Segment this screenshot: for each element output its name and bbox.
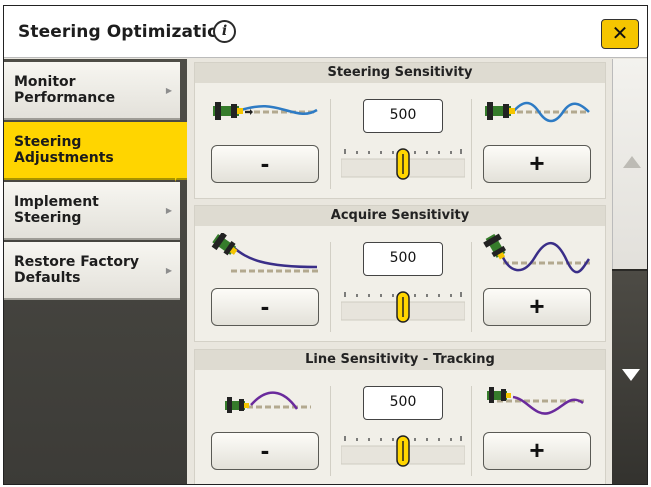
panel-title: Acquire Sensitivity (195, 206, 605, 226)
high-tracking-icon (487, 387, 587, 415)
triangle-up-icon (623, 156, 641, 168)
sidebar-item-label: Monitor Performance (14, 74, 116, 106)
acquire-sensitivity-increase-button[interactable]: + (483, 288, 591, 326)
sidebar-item-steering-adjustments[interactable]: Steering Adjustments (4, 122, 187, 180)
divider (471, 242, 472, 332)
divider (471, 386, 472, 476)
acquire-sensitivity-panel: Acquire Sensitivity 500 - + (194, 205, 606, 342)
slider-thumb (396, 148, 410, 180)
line-sensitivity-increase-button[interactable]: + (483, 432, 591, 470)
divider (330, 99, 331, 189)
sidebar-item-implement-steering[interactable]: Implement Steering ▶ (4, 182, 180, 240)
high-acquire-icon (483, 233, 591, 274)
sidebar: Monitor Performance ▶ Steering Adjustmen… (4, 59, 187, 484)
acquire-sensitivity-slider[interactable] (341, 288, 465, 324)
line-sensitivity-decrease-button[interactable]: - (211, 432, 319, 470)
divider (330, 242, 331, 332)
sidebar-item-restore-factory-defaults[interactable]: Restore Factory Defaults ▶ (4, 242, 180, 300)
line-sensitivity-tracking-panel: Line Sensitivity - Tracking 500 - + (194, 349, 606, 484)
scroll-down-button[interactable] (612, 271, 647, 484)
line-sensitivity-slider[interactable] (341, 432, 465, 468)
steering-optimization-window: Steering Optimization i ✕ Monitor Perfor… (3, 5, 648, 485)
acquire-sensitivity-value-field[interactable]: 500 (363, 242, 443, 276)
line-sensitivity-value-field[interactable]: 500 (363, 386, 443, 420)
slider-thumb (396, 435, 410, 467)
triangle-down-icon (622, 369, 640, 381)
sidebar-item-label: Restore Factory Defaults (14, 254, 140, 286)
scroll-up-button[interactable] (612, 59, 647, 269)
high-sensitivity-steering-icon (485, 101, 590, 123)
steering-sensitivity-increase-button[interactable]: + (483, 145, 591, 183)
low-acquire-icon (211, 233, 319, 273)
chevron-right-icon: ▶ (165, 206, 172, 215)
steering-sensitivity-decrease-button[interactable]: - (211, 145, 319, 183)
sidebar-item-label: Implement Steering (14, 194, 99, 226)
info-icon[interactable]: i (213, 20, 236, 43)
steering-sensitivity-slider[interactable] (341, 145, 465, 181)
selected-tab-pointer (175, 122, 187, 182)
settings-content: Steering Sensitivity 500 - + Acquire Sen… (191, 59, 609, 484)
low-sensitivity-steering-icon (213, 102, 318, 120)
panel-title: Steering Sensitivity (195, 63, 605, 83)
steering-sensitivity-panel: Steering Sensitivity 500 - + (194, 62, 606, 199)
slider-thumb (396, 291, 410, 323)
close-button[interactable]: ✕ (601, 19, 639, 49)
panel-title: Line Sensitivity - Tracking (195, 350, 605, 370)
scroll-area (612, 59, 647, 484)
page-title: Steering Optimization (18, 22, 232, 42)
low-tracking-icon (225, 391, 311, 413)
sidebar-item-monitor-performance[interactable]: Monitor Performance ▶ (4, 62, 180, 120)
sidebar-item-label: Steering Adjustments (14, 134, 114, 166)
steering-sensitivity-value-field[interactable]: 500 (363, 99, 443, 133)
chevron-right-icon: ▶ (165, 266, 172, 275)
divider (330, 386, 331, 476)
chevron-right-icon: ▶ (165, 86, 172, 95)
header-bar: Steering Optimization i ✕ (4, 6, 647, 58)
acquire-sensitivity-decrease-button[interactable]: - (211, 288, 319, 326)
divider (471, 99, 472, 189)
